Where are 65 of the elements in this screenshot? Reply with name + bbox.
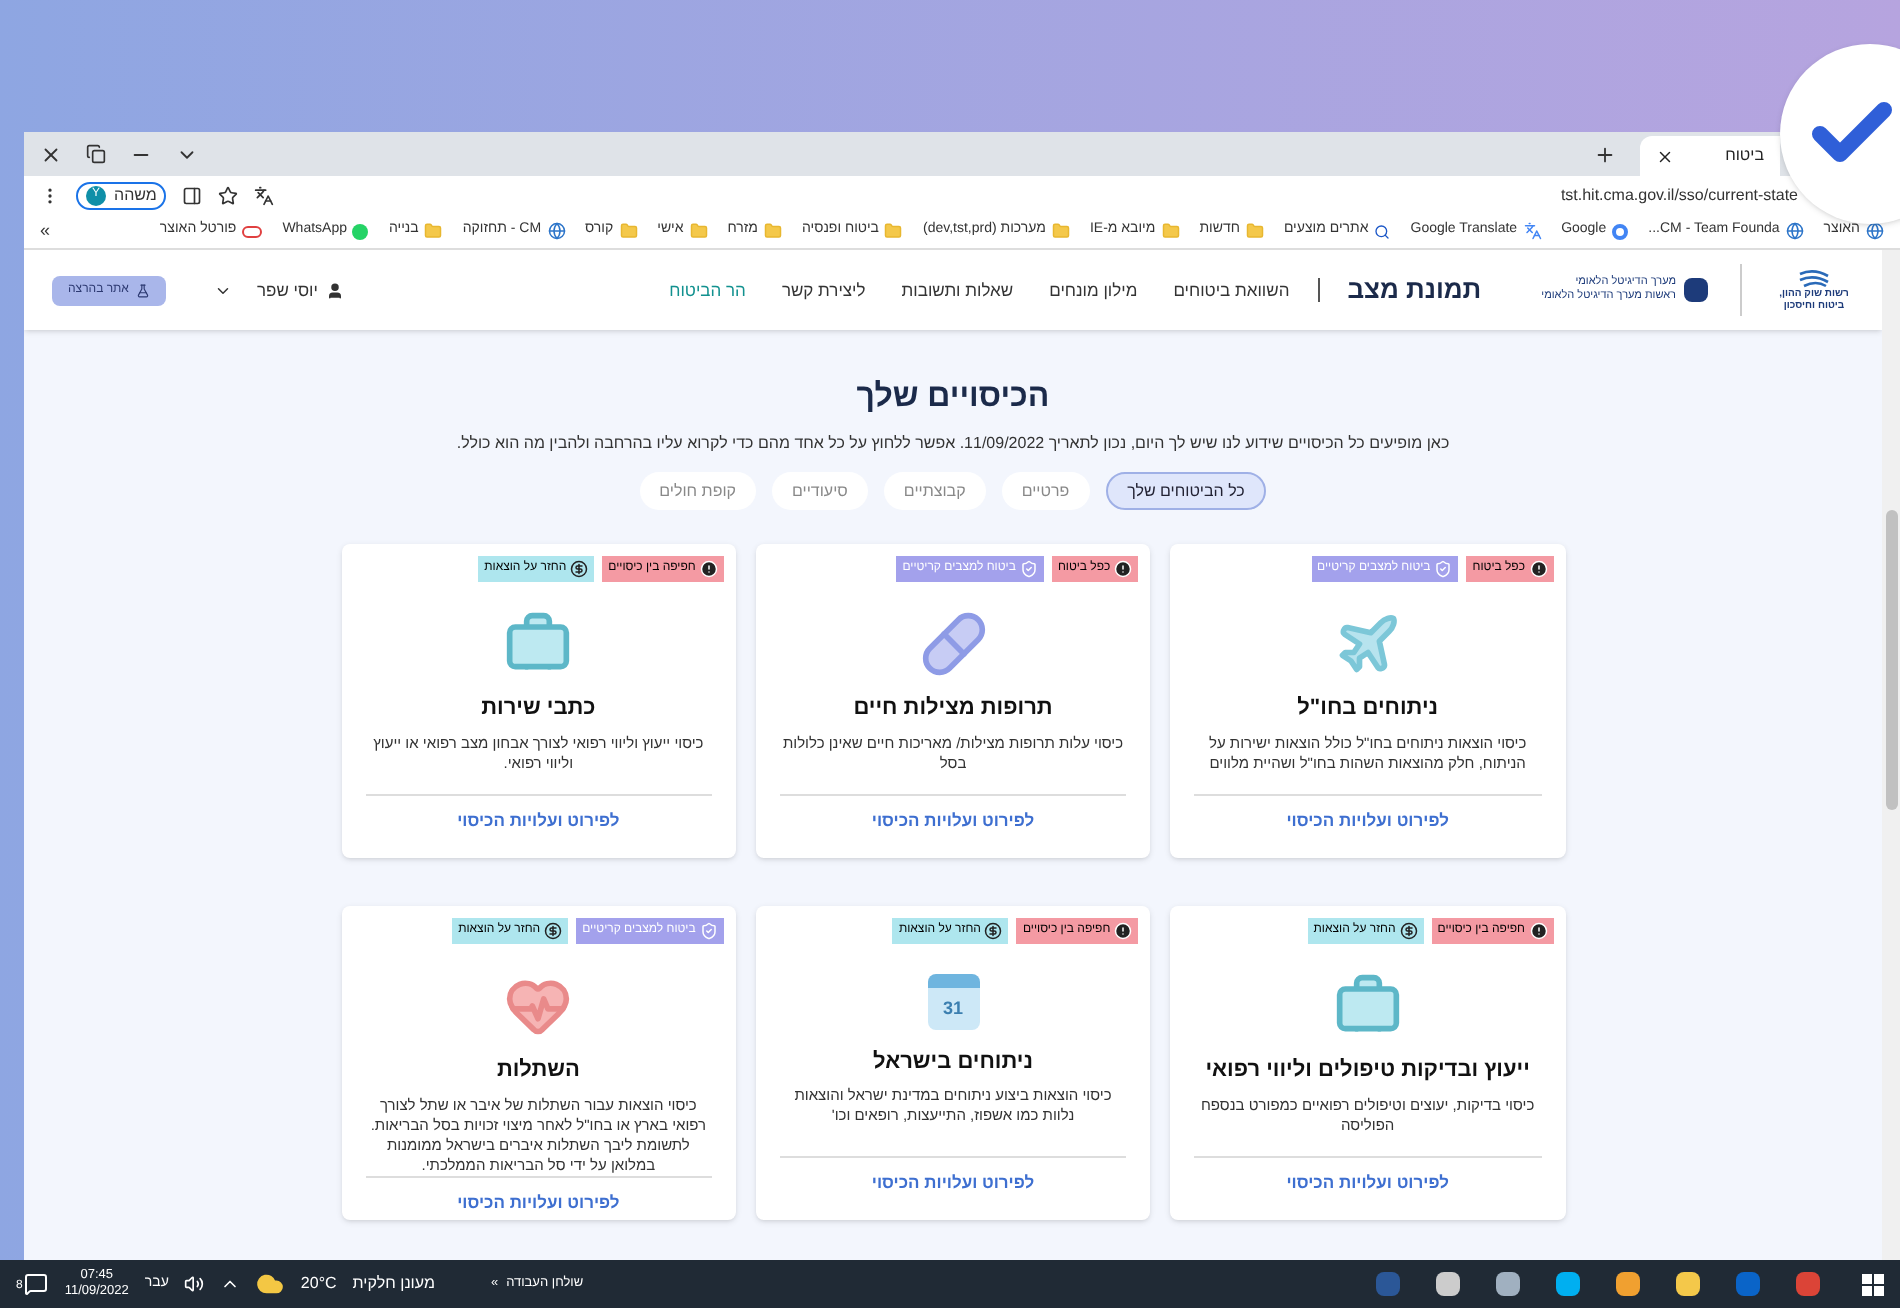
coin-icon: [544, 922, 563, 940]
globe-icon: [1785, 222, 1804, 240]
start-icon[interactable]: [1862, 1273, 1884, 1295]
filter-chip[interactable]: קופת חולים: [639, 472, 756, 510]
filter-chip[interactable]: סיעודיים: [772, 472, 868, 510]
nav-link[interactable]: הר הביטוח: [669, 277, 746, 303]
coverage-details-link[interactable]: לפירוט ועלויות הכיסוי: [779, 808, 1127, 834]
filter-chip[interactable]: כל הביטוחים שלך: [1105, 472, 1267, 510]
coverage-details-link[interactable]: לפירוט ועלויות הכיסוי: [779, 1170, 1127, 1196]
close-icon[interactable]: [40, 143, 62, 165]
volume-icon[interactable]: [184, 1274, 205, 1294]
shield-check-icon: [1434, 560, 1453, 578]
cloud-icon: [256, 1270, 285, 1298]
intro-text: כאן מופיעים כל הכיסויים שידוע לנו שיש לך היום, נכון לתאריך 11/09/2022. אפשר ללחוץ על כל אחד מהם כדי לקרוא עליו בהרחבה ולהבין מה הוא כולל.: [456, 432, 1450, 456]
side-panel-icon[interactable]: [182, 185, 203, 205]
alert-icon: [699, 560, 718, 578]
translate-icon: [1523, 222, 1542, 240]
card-title: כתבי שירות: [479, 694, 598, 724]
calendar-icon: 31: [927, 973, 980, 1030]
translate-icon[interactable]: [254, 185, 275, 205]
coverage-details-link[interactable]: לפירוט ועלויות הכיסוי: [365, 808, 712, 834]
shield-check-icon: [1019, 560, 1038, 578]
browser-tab[interactable]: ביטוח: [1640, 136, 1780, 176]
shield-check-icon: [699, 922, 718, 940]
globe-icon: [1866, 222, 1884, 240]
alert-icon: [1114, 560, 1133, 578]
coin-icon: [984, 922, 1003, 940]
nav-link[interactable]: השוואת ביטוחים: [1173, 277, 1290, 303]
globe-icon: [547, 222, 566, 240]
card-title: ניתוחים בישראל: [871, 1047, 1035, 1078]
alert-icon: [1114, 922, 1133, 940]
alert-icon: [1529, 560, 1547, 578]
nav-link[interactable]: ליצירת קשר: [781, 277, 866, 303]
filter-chip[interactable]: קבוצתיים: [883, 472, 986, 510]
more-bookmarks-button[interactable]: »: [40, 217, 51, 245]
weather-text: מעונן חלקית: [352, 1272, 435, 1296]
restore-icon[interactable]: [86, 144, 106, 164]
message-icon: [24, 1272, 49, 1296]
card-title: ייעוץ ובדיקות טיפולים וליווי רפואי: [1203, 1056, 1532, 1086]
coverage-card[interactable]: [341, 906, 736, 1220]
card-title: תרופות מצילות חיים: [851, 694, 1055, 724]
coin-icon: [1399, 922, 1418, 940]
url-field[interactable]: tst.hit.cma.gov.il/sso/current-state: [1560, 183, 1798, 207]
wave-logo-icon: [1798, 268, 1830, 288]
alert-icon: [1529, 922, 1547, 940]
coverage-details-link[interactable]: לפירוט ועלויות הכיסוי: [1194, 1170, 1541, 1196]
user-icon: [325, 281, 344, 299]
coin-icon: [570, 560, 589, 578]
temperature: 20°C: [300, 1272, 337, 1296]
user-menu[interactable]: יוסי שפר: [214, 277, 344, 303]
pill-icon: [919, 610, 988, 678]
page-title: תמונת מצב: [1347, 272, 1482, 309]
nav-link[interactable]: מילון מונחים: [1049, 277, 1138, 303]
new-tab-icon[interactable]: [1594, 143, 1616, 165]
coverage-details-link[interactable]: לפירוט ועלויות הכיסוי: [1194, 808, 1541, 834]
card-title: ניתוחים בחו"ל: [1295, 694, 1441, 724]
nav-link[interactable]: שאלות ותשובות: [901, 277, 1014, 303]
coverage-details-link[interactable]: לפירוט ועלויות הכיסוי: [365, 1189, 712, 1215]
card-title: השתלות: [494, 1056, 582, 1086]
close-tab-icon[interactable]: [1656, 147, 1674, 165]
bookmark-star-icon[interactable]: [218, 185, 239, 205]
section-title: הכיסויים שלך: [856, 378, 1050, 418]
filter-chip[interactable]: פרטיים: [1001, 472, 1090, 510]
search-icon: [1374, 223, 1391, 239]
flask-icon: [136, 283, 151, 297]
